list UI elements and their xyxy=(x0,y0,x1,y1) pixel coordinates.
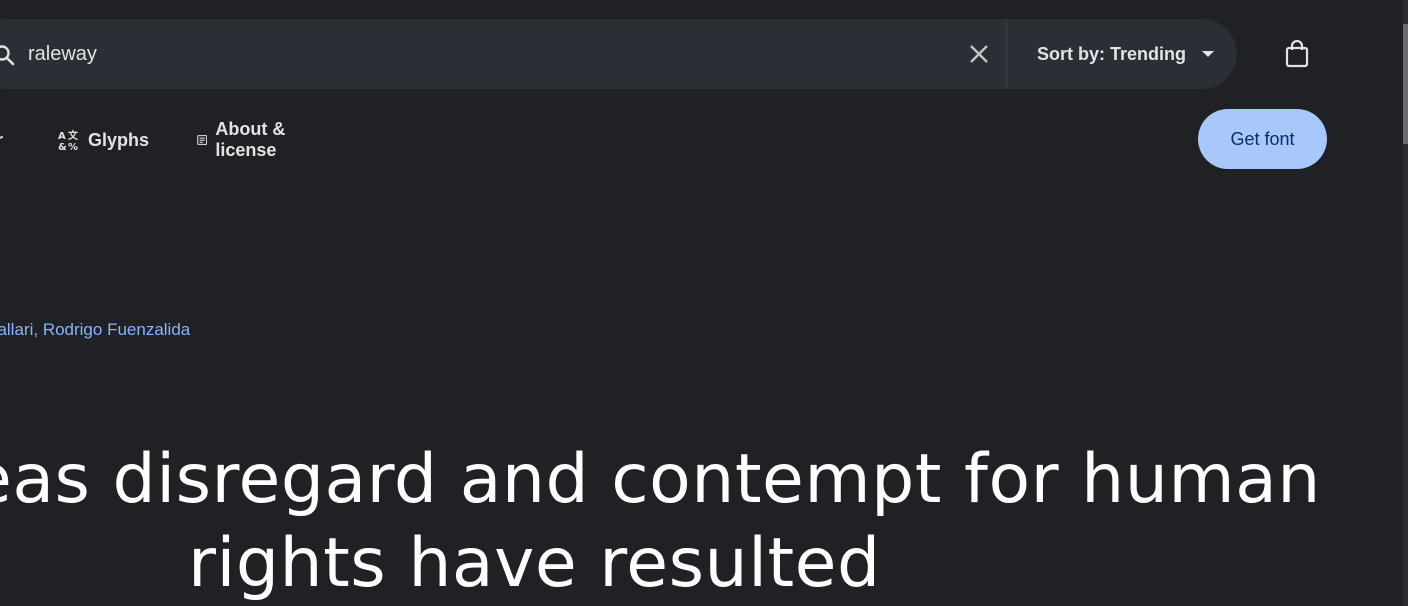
svg-text:文: 文 xyxy=(68,129,79,142)
svg-text:A: A xyxy=(58,131,66,142)
search-icon[interactable] xyxy=(0,43,16,67)
top-bar: Sort by: Trending xyxy=(0,0,1403,104)
get-font-button[interactable]: Get font xyxy=(1198,109,1327,169)
tab-glyphs[interactable]: A 文 & % Glyphs xyxy=(58,118,149,162)
designer-link-1[interactable]: pallari xyxy=(0,320,33,339)
designer-link-2[interactable]: Rodrigo Fuenzalida xyxy=(43,320,190,339)
tab-partial[interactable]: r xyxy=(0,118,3,162)
glyphs-icon: A 文 & % xyxy=(58,129,79,151)
tab-about-license[interactable]: About & license xyxy=(197,118,286,162)
page-scrollbar[interactable] xyxy=(1403,0,1408,606)
chevron-down-icon xyxy=(1202,51,1215,57)
tab-partial-label: r xyxy=(0,130,3,151)
svg-text:&: & xyxy=(58,142,67,151)
close-icon[interactable] xyxy=(966,41,992,67)
tab-glyphs-label: Glyphs xyxy=(88,129,150,150)
sort-dropdown[interactable]: Sort by: Trending xyxy=(1007,19,1215,89)
search-input[interactable] xyxy=(28,39,908,69)
sort-label: Sort by: Trending xyxy=(1037,43,1187,64)
tab-about-label: About & license xyxy=(215,119,286,160)
designer-separator: , xyxy=(33,320,43,339)
search-bar: Sort by: Trending xyxy=(0,19,1237,89)
scrollbar-thumb[interactable] xyxy=(1403,24,1408,144)
sample-text-line-1: eas disregard and contempt for human xyxy=(0,440,1321,519)
article-icon xyxy=(197,135,208,145)
sample-text-line-2: rights have resulted xyxy=(188,524,881,603)
svg-text:%: % xyxy=(68,142,78,151)
shopping-bag-icon[interactable] xyxy=(1284,40,1310,68)
designer-credits: pallari, Rodrigo Fuenzalida xyxy=(0,320,190,340)
